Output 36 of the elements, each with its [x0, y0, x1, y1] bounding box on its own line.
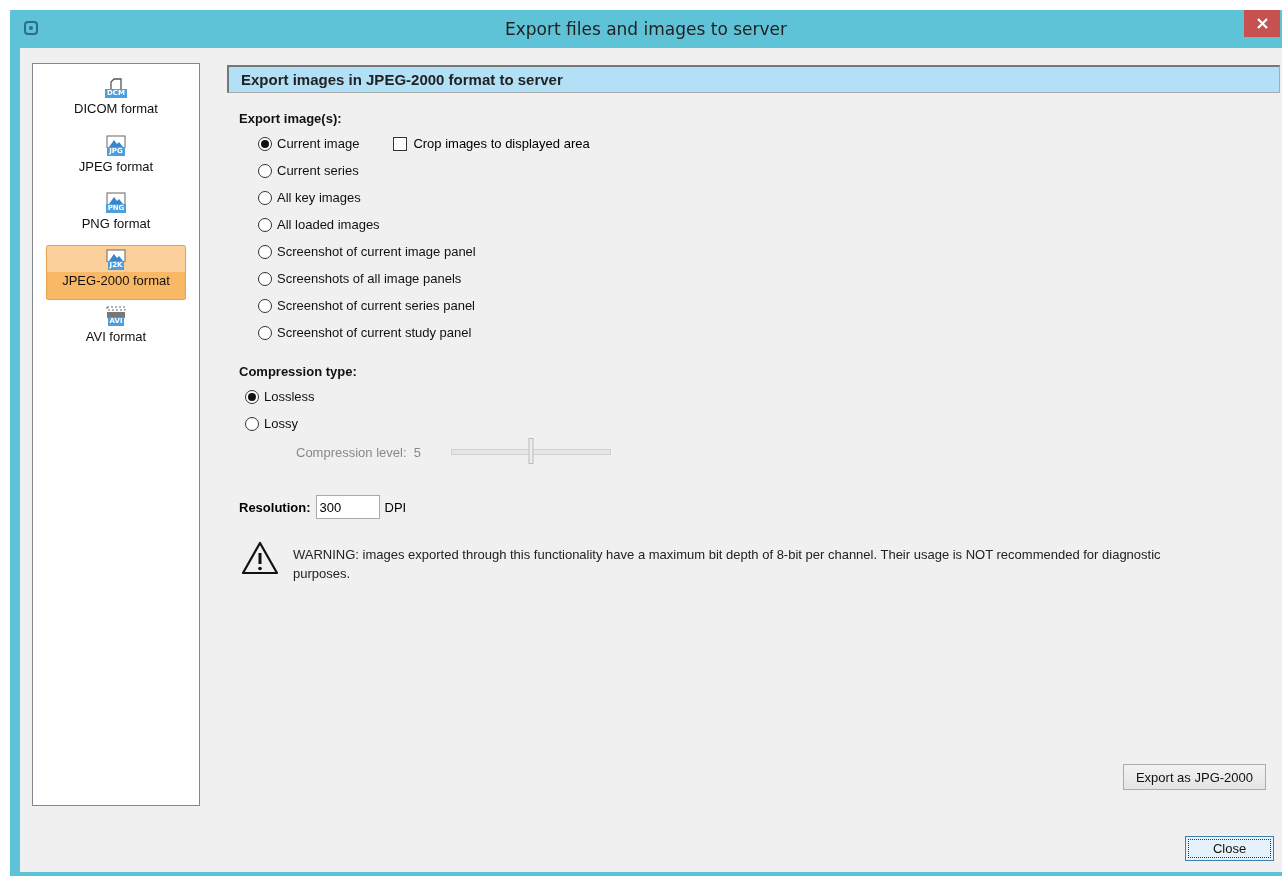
- radio-button[interactable]: [245, 416, 259, 431]
- warning-text: WARNING: images exported through this functionality have a maximum bit depth of 8-bit per channel. Their usage is NOT recommended for diagnostic purposes.: [293, 546, 1162, 583]
- checkbox[interactable]: [393, 136, 408, 151]
- unit-label: DPI: [384, 499, 407, 515]
- app-icon: [24, 21, 38, 35]
- radio-button[interactable]: [258, 271, 272, 286]
- resolution-field[interactable]: 300: [315, 495, 380, 519]
- radio-button[interactable]: [258, 163, 272, 178]
- radio-label[interactable]: Screenshot of current series panel: [277, 298, 475, 313]
- radio-label[interactable]: Current series: [277, 163, 359, 178]
- resolution-label: Resolution:: [239, 499, 311, 515]
- compression-level-label: Compression level: 5: [296, 444, 421, 460]
- radio-button[interactable]: [258, 190, 272, 205]
- radio-button[interactable]: [258, 244, 272, 259]
- radio-label[interactable]: All loaded images: [277, 217, 380, 232]
- radio-button[interactable]: [258, 298, 272, 313]
- section-heading: Export image(s):: [239, 111, 343, 126]
- warning-icon: [241, 541, 279, 575]
- radio-button[interactable]: [258, 325, 272, 340]
- section-heading: Compression type:: [239, 364, 358, 379]
- checkbox-label[interactable]: Crop images to displayed area: [413, 136, 590, 151]
- radio-label[interactable]: Screenshot of current study panel: [277, 325, 472, 340]
- export-button[interactable]: Export as JPG-2000: [1122, 764, 1266, 790]
- radio-button[interactable]: [258, 217, 272, 232]
- radio-label[interactable]: Screenshot of current image panel: [277, 244, 476, 259]
- radio-button[interactable]: [245, 389, 259, 404]
- panel-header: Export images in JPEG-2000 format to server: [227, 65, 1280, 93]
- radio-label[interactable]: Lossy: [264, 416, 298, 431]
- radio-button[interactable]: [258, 136, 272, 151]
- radio-label[interactable]: All key images: [277, 190, 361, 205]
- window-title: Export files and images to server: [504, 19, 788, 39]
- radio-label[interactable]: Lossless: [264, 389, 315, 404]
- close-icon[interactable]: [1244, 10, 1280, 37]
- radio-label[interactable]: Current image: [277, 136, 360, 151]
- radio-label[interactable]: Screenshots of all image panels: [277, 271, 462, 286]
- close-button[interactable]: Close: [1185, 836, 1274, 861]
